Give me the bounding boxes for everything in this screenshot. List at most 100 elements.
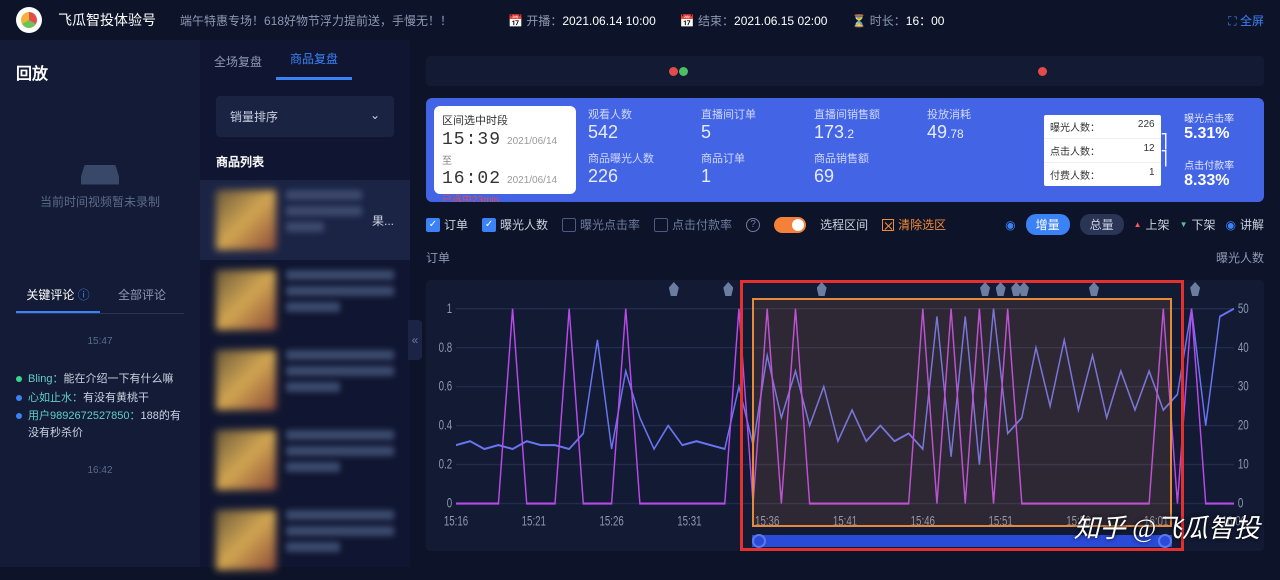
range-scrubber[interactable] [752, 535, 1172, 547]
tier-row: 点击人数：12 [1044, 139, 1161, 163]
metric: 投放消耗49.78 [927, 106, 1040, 150]
tier-row: 付费人数：1 [1044, 163, 1161, 186]
svg-text:15:36: 15:36 [755, 513, 780, 529]
svg-text:1: 1 [447, 300, 453, 316]
duration: ⏳ 时长：16：00 [851, 12, 944, 29]
stats-block: 区间选中时段 15:392021/06/14 至 16:022021/06/14… [426, 98, 1264, 202]
product-thumbnail [216, 190, 276, 250]
axis-label-left: 订单 [426, 249, 450, 266]
product-item[interactable] [200, 260, 410, 340]
metric: 商品曝光人数226 [588, 150, 701, 194]
product-thumbnail [216, 510, 276, 570]
video-placeholder-text: 当前时间视频暂未录制 [40, 193, 160, 210]
svg-text:0.8: 0.8 [439, 339, 453, 355]
main-pane: 区间选中时段 15:392021/06/14 至 16:022021/06/14… [410, 40, 1280, 567]
marker-dot [679, 67, 688, 76]
end-time: 📅 结束：2021.06.15 02:00 [680, 12, 828, 29]
sort-dropdown[interactable]: 销量排序 ⌄ [216, 96, 394, 137]
replay-sidebar: 回放 当前时间视频暂未录制 关键评论 ⓘ 全部评论 15:47 Bling：能在… [0, 40, 200, 567]
svg-text:16:01: 16:01 [1144, 513, 1169, 529]
product-item[interactable]: 果... [200, 180, 410, 260]
product-list-title: 商品列表 [200, 153, 410, 180]
checkbox-payrate[interactable]: 点击付款率 [654, 216, 732, 233]
marker-dot [669, 67, 678, 76]
header-meta: 📅 开播：2021.06.14 10:00 📅 结束：2021.06.15 02… [508, 12, 944, 29]
clear-selection-button[interactable]: 清除选区 [882, 216, 946, 233]
marker-dot [1038, 67, 1047, 76]
replay-title: 回放 [16, 60, 184, 96]
checkbox-exposure[interactable]: ✓曝光人数 [482, 216, 548, 233]
selected-time-range: 区间选中时段 15:392021/06/14 至 16:022021/06/14… [434, 106, 576, 194]
svg-text:16:06: 16:06 [1222, 513, 1247, 529]
tab-all-comments[interactable]: 全部评论 [100, 278, 184, 313]
svg-text:15:41: 15:41 [833, 513, 858, 529]
video-placeholder: 当前时间视频暂未录制 [16, 142, 184, 232]
timeline-markers [426, 56, 1264, 86]
range-toggle-label: 选程区间 [820, 216, 868, 233]
svg-text:0.6: 0.6 [439, 378, 453, 394]
comment-item: 用户9892672527850：188的有没有秒杀价 [16, 408, 184, 441]
tab-key-comments[interactable]: 关键评论 ⓘ [16, 278, 100, 313]
legend-explain: ◉讲解 [1226, 216, 1265, 233]
svg-text:15:26: 15:26 [599, 513, 624, 529]
conversion-rates: 曝光人数：226点击人数：12付费人数：1 曝光点击率 5.31% 点击付款率 … [1044, 98, 1264, 202]
svg-text:0: 0 [1238, 495, 1244, 511]
metrics-grid: 观看人数542直播间订单5直播间销售额173.2投放消耗49.78 商品曝光人数2… [584, 98, 1044, 202]
comment-time: 15:47 [16, 336, 184, 347]
product-thumbnail [216, 270, 276, 330]
range-handle-left[interactable] [752, 534, 766, 548]
chart-toolbar: ✓订单 ✓曝光人数 曝光点击率 点击付款率 ? 选程区间 清除选区 ◉ 增量 总… [426, 214, 1264, 235]
start-time: 📅 开播：2021.06.14 10:00 [508, 12, 656, 29]
session-title: 端午特惠专场！618好物节浮力提前送，手慢无！！ [180, 12, 452, 29]
comment-item: Bling：能在介绍一下有什么嘛 [16, 371, 184, 388]
checkbox-ctr[interactable]: 曝光点击率 [562, 216, 640, 233]
svg-text:40: 40 [1238, 339, 1249, 355]
tab-product-review[interactable]: 商品复盘 [276, 40, 352, 80]
svg-text:15:46: 15:46 [911, 513, 936, 529]
app-title: 飞瓜智投体验号 [58, 10, 156, 30]
svg-text:10: 10 [1238, 456, 1249, 472]
svg-text:15:51: 15:51 [988, 513, 1013, 529]
product-thumbnail [216, 350, 276, 410]
metric [927, 150, 1040, 194]
chevron-down-icon: ⌄ [370, 108, 380, 125]
tab-full-review[interactable]: 全场复盘 [200, 43, 276, 80]
tier-row: 曝光人数：226 [1044, 115, 1161, 139]
help-icon[interactable]: ? [746, 218, 760, 232]
range-handle-right[interactable] [1158, 534, 1172, 548]
product-item[interactable] [200, 340, 410, 420]
product-sidebar: 全场复盘 商品复盘 销量排序 ⌄ 商品列表 果... [200, 40, 410, 567]
comment-tabs: 关键评论 ⓘ 全部评论 [16, 278, 184, 314]
metric: 商品销售额69 [814, 150, 927, 194]
svg-text:15:21: 15:21 [522, 513, 547, 529]
product-item[interactable] [200, 500, 410, 580]
legend-shelf-on: ▲上架 [1134, 216, 1170, 233]
product-item[interactable] [200, 420, 410, 500]
svg-text:30: 30 [1238, 378, 1249, 394]
metric: 观看人数542 [588, 106, 701, 150]
metric: 商品订单1 [701, 150, 814, 194]
pill-total[interactable]: 总量 [1080, 214, 1124, 235]
svg-text:15:31: 15:31 [677, 513, 702, 529]
fullscreen-button[interactable]: ⛶ 全屏 [1228, 12, 1264, 29]
metric: 直播间订单5 [701, 106, 814, 150]
svg-text:20: 20 [1238, 417, 1249, 433]
main-tabs: 全场复盘 商品复盘 [200, 40, 410, 80]
range-toggle[interactable] [774, 217, 806, 233]
app-logo [16, 7, 42, 33]
metric: 直播间销售额173.2 [814, 106, 927, 150]
chart[interactable]: 00.20.40.60.810102030405015:1615:2115:26… [426, 280, 1264, 551]
mode-radio-icon: ◉ [1005, 218, 1015, 232]
comment-time: 16:42 [16, 465, 184, 476]
video-placeholder-icon [81, 165, 119, 185]
svg-text:15:56: 15:56 [1066, 513, 1091, 529]
svg-text:0.2: 0.2 [439, 456, 453, 472]
legend-shelf-off: ▼下架 [1180, 216, 1216, 233]
svg-text:0.4: 0.4 [439, 417, 453, 433]
comment-item: 心如止水：有没有黄桃干 [16, 390, 184, 407]
svg-text:15:16: 15:16 [444, 513, 469, 529]
checkbox-orders[interactable]: ✓订单 [426, 216, 468, 233]
svg-text:0: 0 [447, 495, 453, 511]
pill-increment[interactable]: 增量 [1026, 214, 1070, 235]
product-thumbnail [216, 430, 276, 490]
